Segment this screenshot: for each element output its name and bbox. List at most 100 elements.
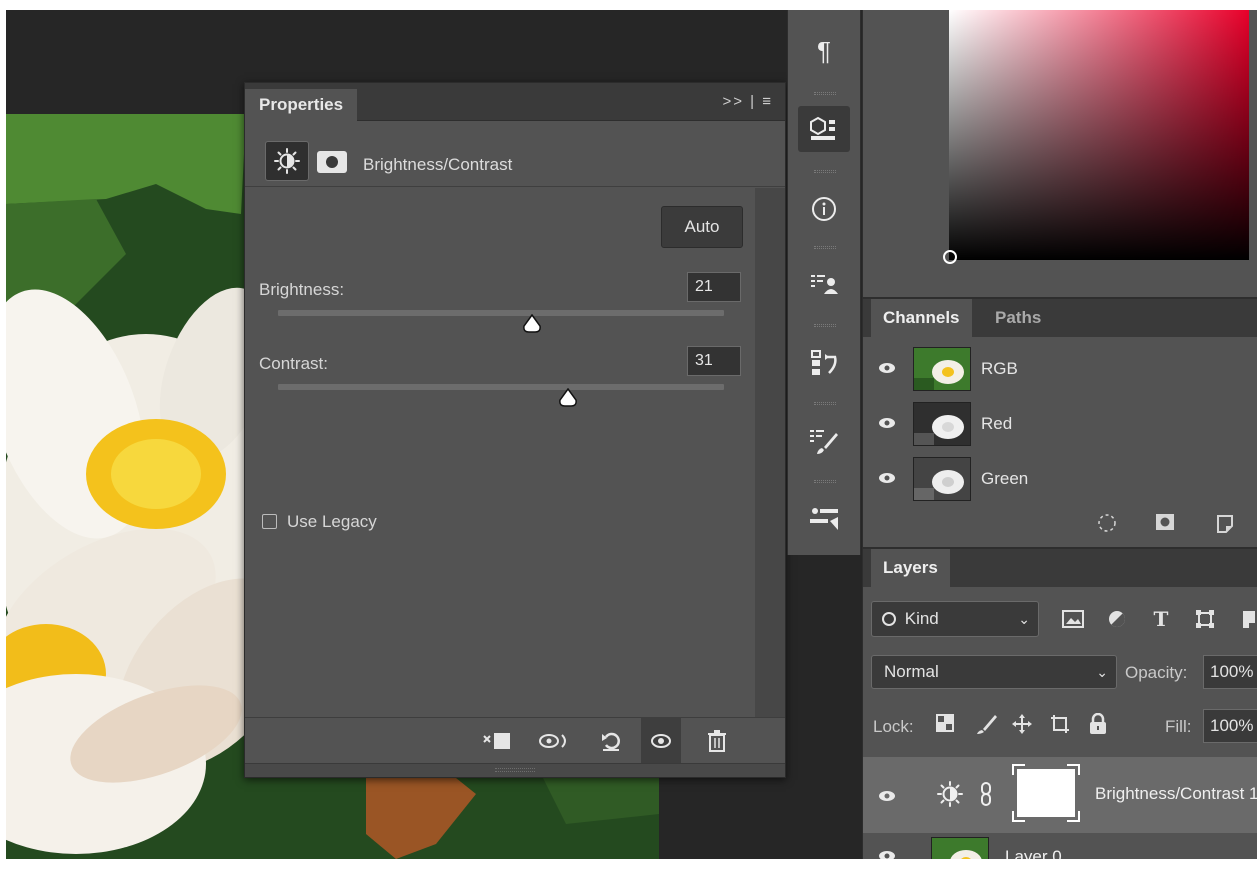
search-icon [882,612,896,626]
filter-shape-icon[interactable] [1191,605,1219,633]
right-panel-dock: Channels Paths RGB Red Green Layers Kind… [862,10,1257,859]
channels-footer [863,499,1257,547]
strip-divider [814,246,836,249]
properties-tabbar: Properties >> | ≡ [245,83,785,121]
eye-icon[interactable] [877,359,897,380]
kind-label: Kind [904,609,939,628]
blend-mode-value: Normal [884,662,939,681]
tab-paths[interactable]: Paths [983,299,1053,337]
layers-panel: Layers Kind ⌄ T Normal ⌄ Opacity: 100% L… [863,547,1257,859]
load-channel-selection-icon[interactable] [1097,513,1117,538]
filter-adjustment-icon[interactable] [1103,605,1131,633]
toggle-visibility-icon[interactable] [641,718,681,764]
channels-panel: Channels Paths RGB Red Green [863,297,1257,547]
layer-mask-thumbnail[interactable] [1011,763,1081,823]
channel-row[interactable]: Green [863,451,1257,506]
brightness-slider-handle[interactable] [521,314,543,334]
eye-icon[interactable] [877,787,897,808]
lock-image-pixels-icon[interactable] [975,713,997,741]
contrast-input[interactable]: 31 [687,346,741,376]
layer-row[interactable]: Brightness/Contrast 1 [863,757,1257,833]
color-field[interactable] [949,10,1249,260]
channel-name: RGB [981,359,1018,378]
layers-tabbar: Layers [863,549,1257,587]
strip-divider [814,92,836,95]
auto-button[interactable]: Auto [661,206,743,248]
properties-body: Auto Brightness: 21 Contrast: 31 Use Leg… [245,188,785,718]
paragraph-icon[interactable]: ¶ [798,28,850,74]
lock-label: Lock: [873,717,914,736]
eye-icon[interactable] [877,847,897,859]
color-picker-cursor[interactable] [943,250,957,264]
brightness-contrast-icon[interactable] [265,141,309,181]
layer-thumbnail [931,837,989,859]
blend-mode-select[interactable]: Normal ⌄ [871,655,1117,689]
character-styles-icon[interactable] [798,262,850,308]
use-legacy-label: Use Legacy [287,512,377,531]
brushes-icon[interactable] [798,496,850,542]
contrast-slider[interactable] [278,384,724,390]
layer-mask-icon[interactable] [317,151,347,173]
brightness-slider[interactable] [278,310,724,316]
channel-name: Green [981,469,1029,488]
filter-smart-object-icon[interactable] [1235,605,1257,633]
fill-label: Fill: [1165,717,1192,736]
brightness-label: Brightness: [259,280,345,299]
strip-divider [814,402,836,405]
clip-to-layer-icon[interactable] [477,726,517,756]
channels-tabbar: Channels Paths [863,299,1257,337]
lock-all-icon[interactable] [1089,712,1107,741]
opacity-label: Opacity: [1125,663,1188,682]
tab-channels[interactable]: Channels [871,299,972,337]
channel-thumbnail [913,347,971,391]
use-legacy-checkbox[interactable] [262,514,277,529]
link-icon[interactable] [979,781,993,812]
brightness-input[interactable]: 21 [687,272,741,302]
panel-menu-icon[interactable]: >> | ≡ [722,93,773,110]
channel-thumbnail [913,457,971,501]
contrast-slider-handle[interactable] [557,388,579,408]
lock-transparent-pixels-icon[interactable] [935,713,955,739]
panel-resize-grip[interactable] [245,763,785,777]
channel-name: Red [981,414,1013,433]
photoshop-window: Properties >> | ≡ Brightness/Contrast Au… [6,10,1257,859]
opacity-input[interactable]: 100% [1203,655,1257,689]
tab-properties[interactable]: Properties [245,89,358,121]
filter-pixel-icon[interactable] [1059,605,1087,633]
new-channel-icon[interactable] [1215,513,1235,538]
3d-panel-icon[interactable] [798,106,850,152]
layer-name: Layer 0 [1005,847,1062,859]
reset-adjustment-icon[interactable] [591,726,631,756]
properties-scrollbar[interactable] [755,188,785,718]
brightness-contrast-icon [937,781,963,812]
strip-divider [814,480,836,483]
channel-row[interactable]: Red [863,396,1257,451]
chevron-down-icon: ⌄ [1096,664,1108,680]
view-previous-state-icon[interactable] [535,726,575,756]
layer-filter-kind-select[interactable]: Kind ⌄ [871,601,1039,637]
layer-name: Brightness/Contrast 1 [1095,784,1257,803]
history-icon[interactable] [798,340,850,386]
lock-position-icon[interactable] [1011,713,1033,741]
save-selection-as-channel-icon[interactable] [1155,513,1175,536]
tab-layers[interactable]: Layers [871,549,950,587]
lock-artboard-icon[interactable] [1049,713,1071,741]
color-picker-panel [863,10,1257,295]
adjustment-title: Brightness/Contrast [363,155,513,174]
brush-settings-icon[interactable] [798,418,850,464]
delete-adjustment-icon[interactable] [697,726,737,756]
grip-dots [495,768,535,772]
eye-icon[interactable] [877,469,897,490]
layer-row[interactable]: Layer 0 [863,833,1257,859]
collapsed-panel-strip: ¶ [787,10,861,555]
adjustment-header: Brightness/Contrast [245,121,785,187]
eye-icon[interactable] [877,414,897,435]
chevron-down-icon: ⌄ [1018,611,1030,627]
strip-divider [814,170,836,173]
info-icon[interactable] [798,186,850,232]
channel-row[interactable]: RGB [863,341,1257,396]
properties-footer [245,717,785,764]
filter-type-icon[interactable]: T [1147,605,1175,633]
strip-divider [814,324,836,327]
fill-input[interactable]: 100% [1203,709,1257,743]
